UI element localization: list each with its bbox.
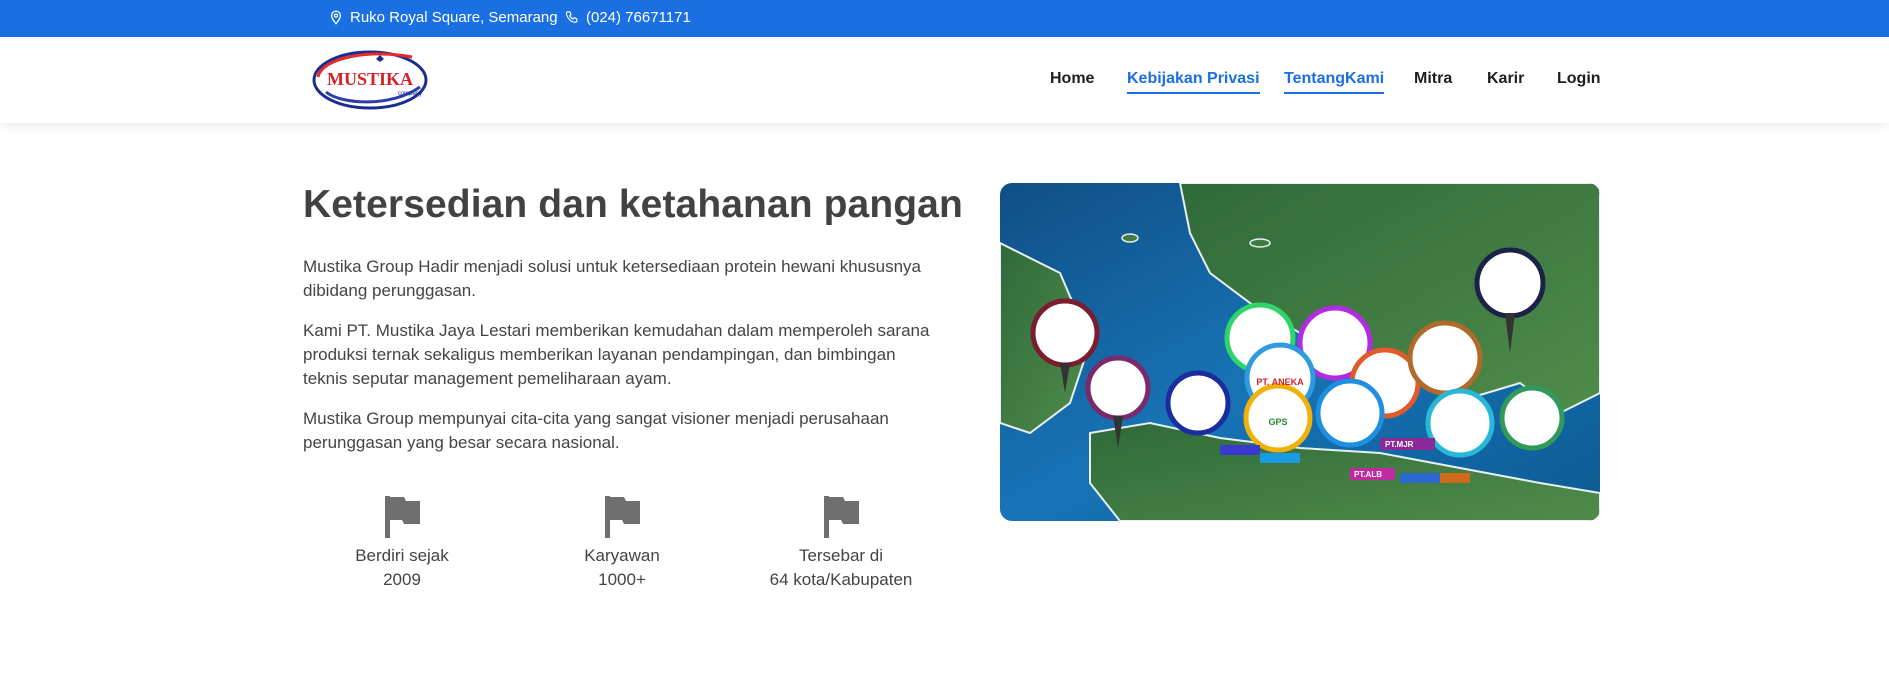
flag-icon [605,496,640,538]
flag-icon [824,496,859,538]
hero-title: Ketersedian dan ketahanan pangan [303,183,963,226]
nav-login[interactable]: Login [1557,70,1601,92]
stat-coverage-value: 64 kota/Kabupaten [769,570,913,589]
phone-icon [565,11,578,23]
stat-employees: Karyawan 1000+ [517,494,727,592]
mustika-logo[interactable]: MUSTIKA company [312,47,434,111]
hero-paragraph-2: Kami PT. Mustika Jaya Lestari memberikan… [303,321,930,388]
stat-coverage-label: Tersebar di [798,546,884,565]
stat-founded-value: 2009 [383,570,421,589]
nav-karir[interactable]: Karir [1487,70,1524,92]
nav-mitra[interactable]: Mitra [1414,70,1452,92]
map-label-gps: GPS [1268,417,1287,427]
map-label-aneka: PT. ANEKA [1256,377,1304,387]
nav-home[interactable]: Home [1050,70,1094,92]
top-info-bar: Ruko Royal Square, Semarang (024) 766711… [0,0,1889,37]
location-pin-icon [330,10,342,25]
stat-founded-label: Berdiri sejak [355,546,449,565]
map-label-alb: PT.ALB [1354,470,1382,479]
stat-coverage: Tersebar di 64 kota/Kabupaten [736,494,946,592]
address-text: Ruko Royal Square, Semarang [350,9,558,26]
phone-text[interactable]: (024) 76671171 [586,9,691,26]
address-info: Ruko Royal Square, Semarang [329,9,558,26]
nav-tentang-kami[interactable]: TentangKami [1284,70,1385,94]
stat-employees-label: Karyawan [584,546,660,565]
flag-icon [385,496,420,538]
nav-kebijakan-privasi[interactable]: Kebijakan Privasi [1127,70,1260,94]
svg-text:MUSTIKA: MUSTIKA [327,69,413,89]
stat-founded: Berdiri sejak 2009 [297,494,507,592]
stat-employees-value: 1000+ [598,570,646,589]
main-navbar: MUSTIKA company Home Kebijakan Privasi T… [0,37,1889,123]
hero-paragraph-1: Mustika Group Hadir menjadi solusi untuk… [303,257,922,300]
hero-paragraph-3: Mustika Group mempunyai cita-cita yang s… [303,409,889,452]
phone-info[interactable]: (024) 76671171 [565,9,691,26]
map-label-mjr: PT.MJR [1385,440,1414,449]
partner-map-image: PT. ANEKA GPS PT.MJR PT.ALB [1000,183,1600,521]
svg-text:company: company [398,91,422,97]
